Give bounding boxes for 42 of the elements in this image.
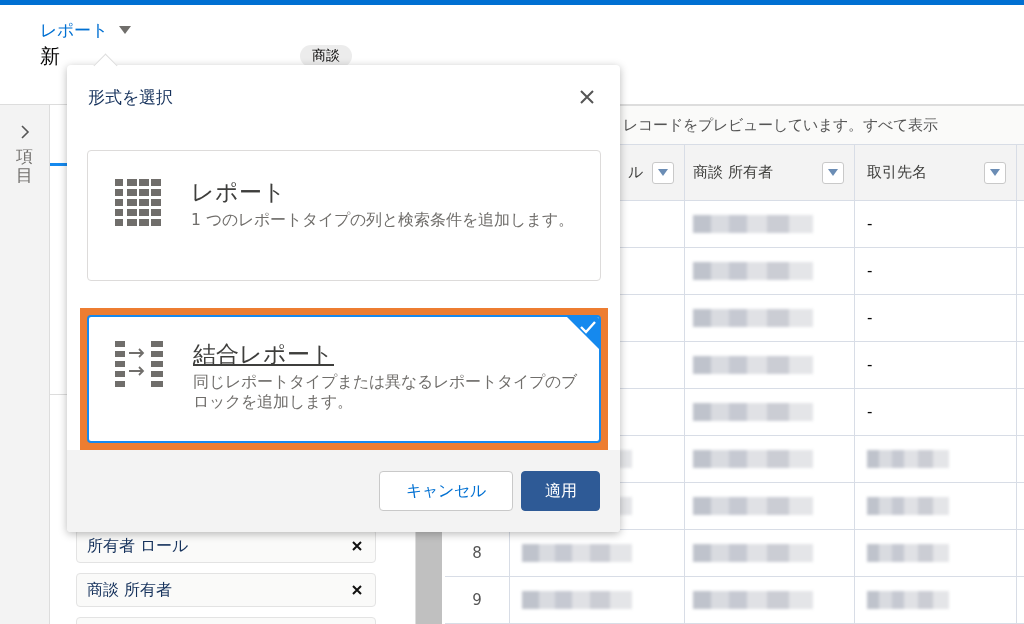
expand-icon xyxy=(19,125,30,139)
format-option[interactable]: レポート 1 つのレポートタイプの列と検索条件を追加します。 xyxy=(87,150,601,281)
row-number: 9 xyxy=(472,591,482,609)
format-option[interactable]: 結合レポート 同じレポートタイプまたは異なるレポートタイプのブロックを追加します。 xyxy=(87,315,601,443)
close-button[interactable] xyxy=(578,88,596,106)
table-cell: - xyxy=(867,262,873,280)
table-cell: - xyxy=(867,356,873,374)
column-label: ル xyxy=(628,163,643,182)
dropdown-icon xyxy=(658,169,668,176)
joined-table-icon xyxy=(115,341,163,387)
rail-label[interactable]: 項目 xyxy=(16,147,33,185)
close-icon xyxy=(580,90,594,104)
cancel-button[interactable]: キャンセル xyxy=(379,471,513,511)
table-icon xyxy=(115,179,161,226)
option-title: 結合レポート xyxy=(193,340,335,369)
column-menu-button[interactable] xyxy=(984,161,1006,184)
column-label: 商談 所有者 xyxy=(693,163,773,182)
option-title: レポート xyxy=(191,178,287,207)
field-label: 所有者 ロール xyxy=(87,535,189,557)
option-description: 1 つのレポートタイプの列と検索条件を追加します。 xyxy=(191,210,574,231)
row-number: 8 xyxy=(472,544,482,562)
dropdown-icon xyxy=(990,169,1000,176)
apply-button[interactable]: 適用 xyxy=(521,471,600,511)
column-menu-button[interactable] xyxy=(822,161,844,184)
remove-icon xyxy=(351,584,363,596)
field-chip[interactable]: 商談 所有者 xyxy=(76,573,376,607)
remove-icon xyxy=(351,540,363,552)
preview-notice: レコードをプレビューしています。すべて表示 xyxy=(623,115,938,135)
column-label: 取引先名 xyxy=(867,163,927,182)
dropdown-icon xyxy=(118,25,132,35)
dropdown-icon xyxy=(828,169,838,176)
table-cell: - xyxy=(867,309,873,327)
app-menu-button[interactable]: レポート xyxy=(40,18,108,42)
object-badge: 商談 xyxy=(300,45,352,67)
table-cell: - xyxy=(867,403,873,421)
column-menu-button[interactable] xyxy=(652,161,674,184)
field-label: 商談 所有者 xyxy=(87,579,173,601)
option-description: 同じレポートタイプまたは異なるレポートタイプのブロックを追加します。 xyxy=(193,372,578,413)
table-cell: - xyxy=(867,215,873,233)
page-title: 新 xyxy=(40,42,60,70)
dialog-title: 形式を選択 xyxy=(88,85,173,109)
checkmark-icon xyxy=(567,317,599,349)
